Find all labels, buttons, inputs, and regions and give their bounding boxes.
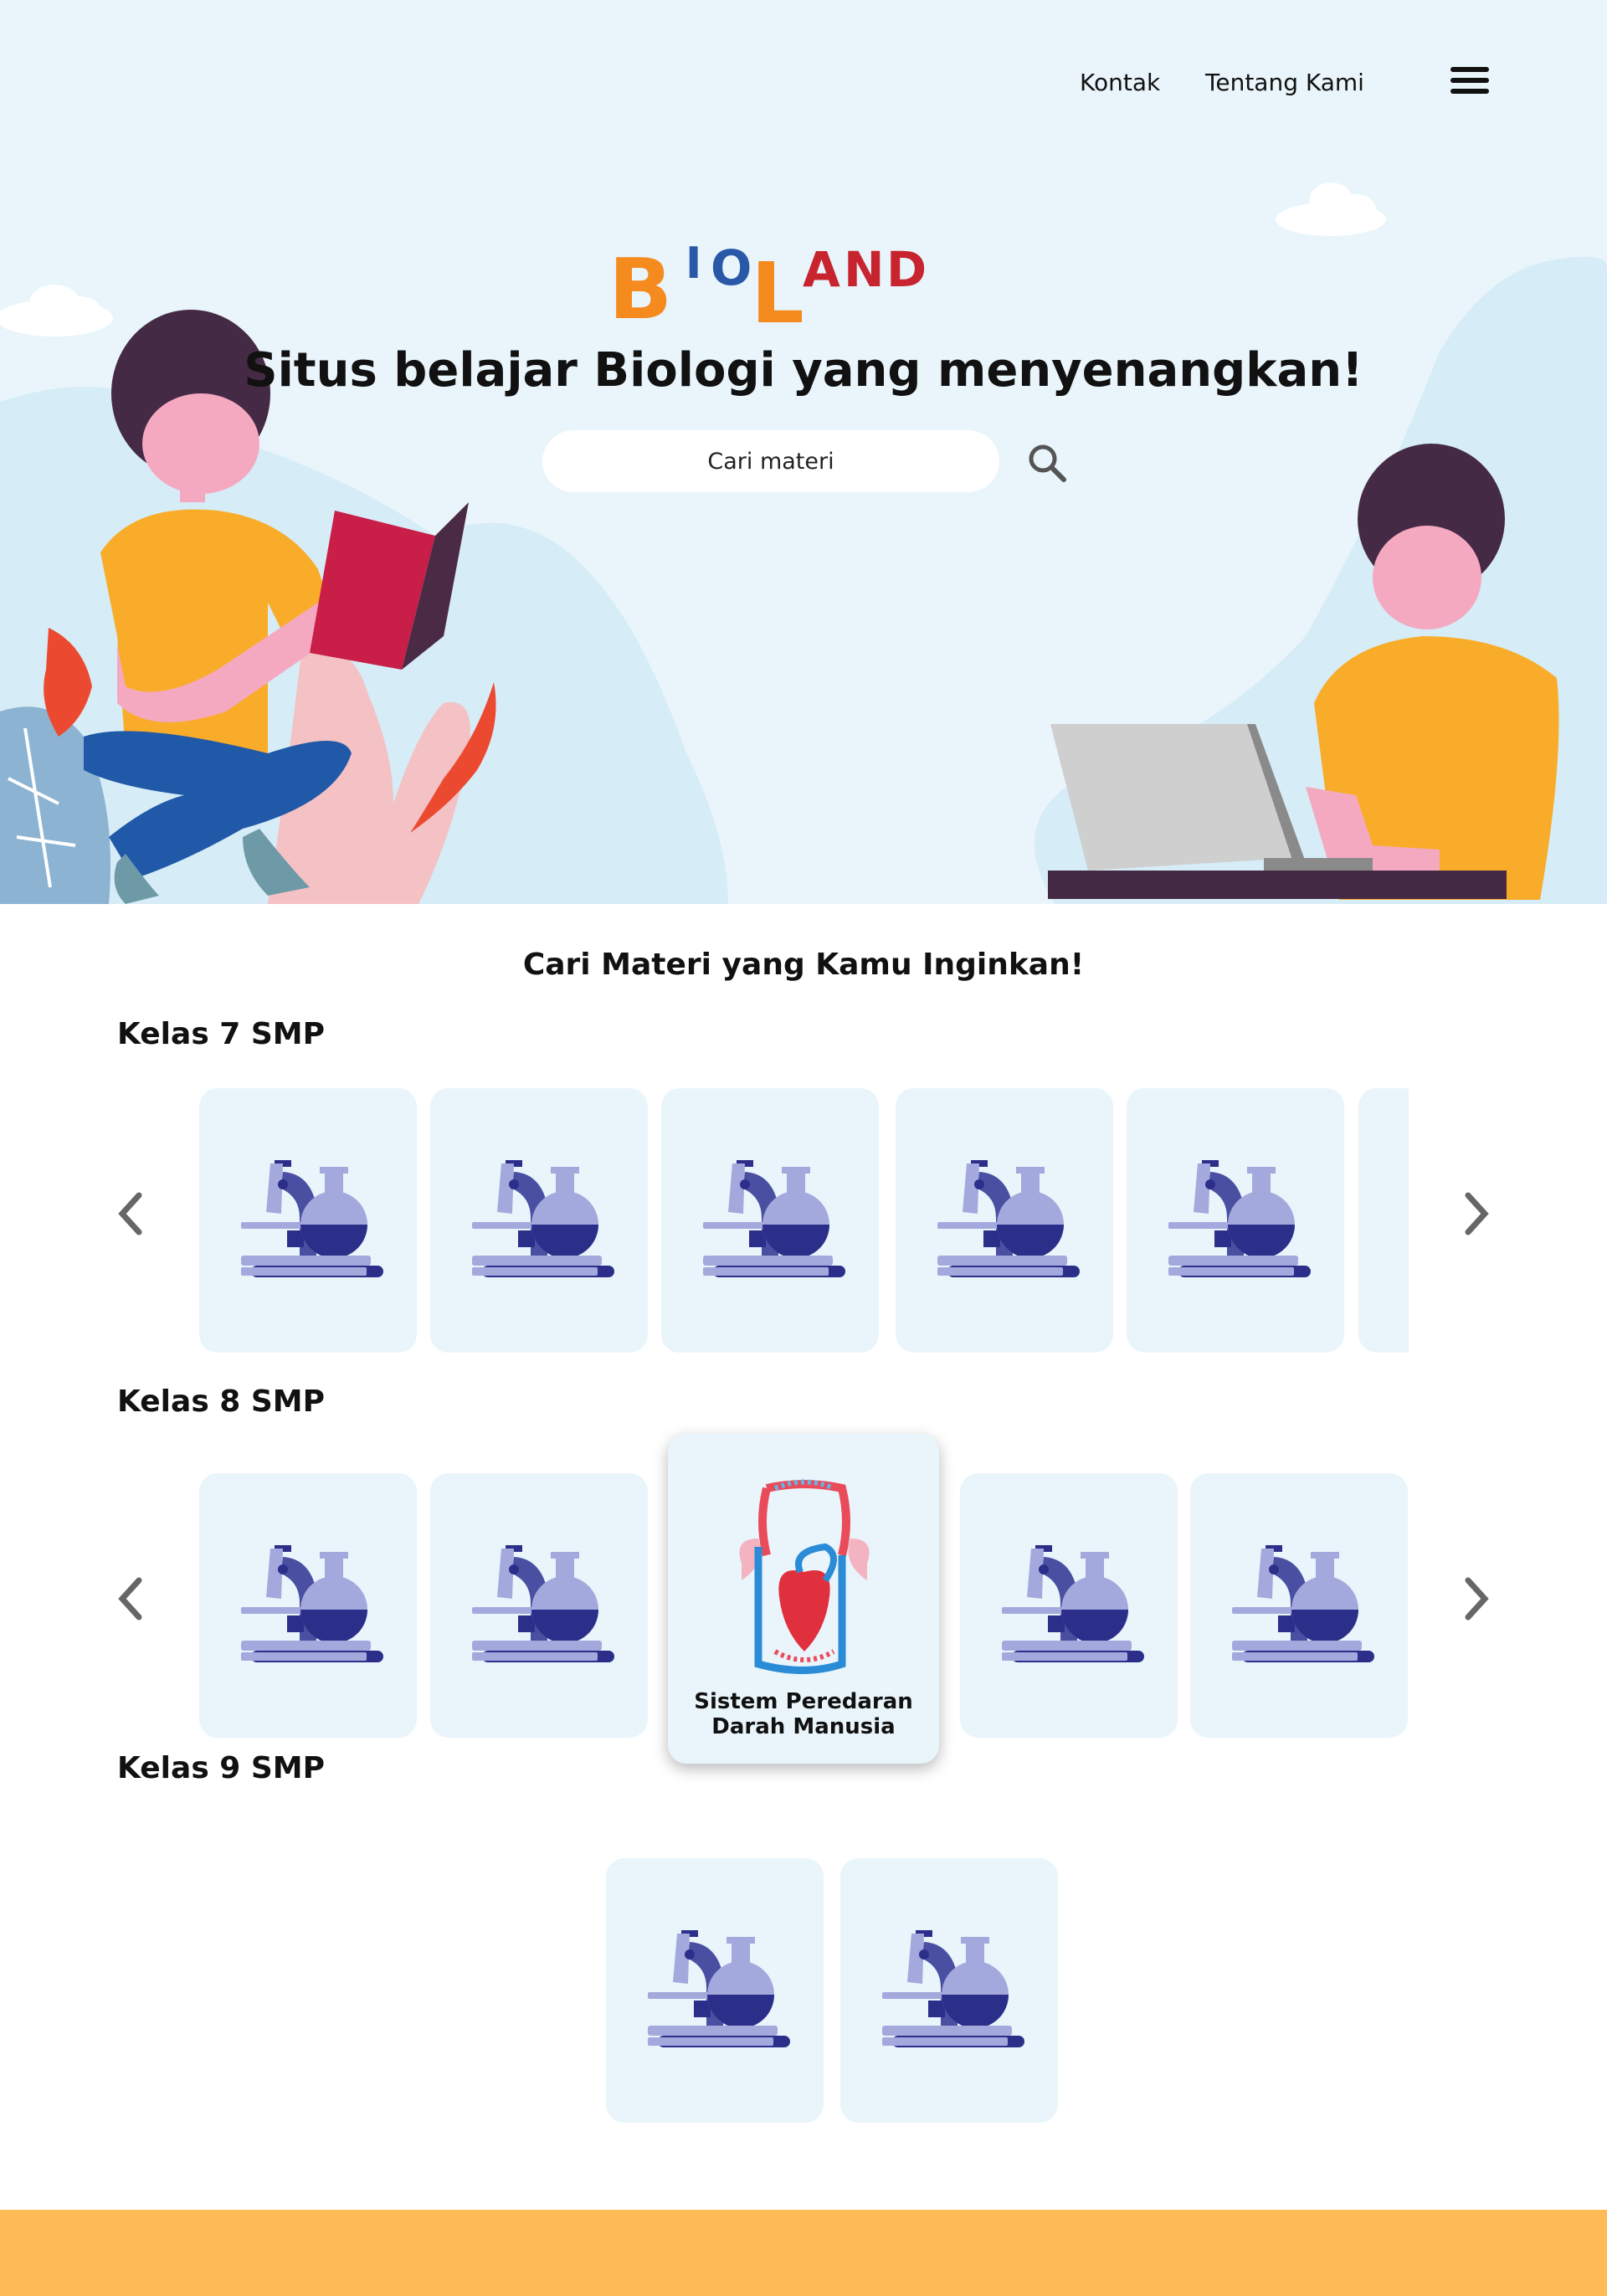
lab-microscope-flask-icon bbox=[241, 1545, 383, 1662]
logo-letter-d: D bbox=[886, 241, 927, 298]
lab-microscope-flask-icon bbox=[241, 1160, 383, 1277]
search-input[interactable] bbox=[542, 430, 999, 492]
kelas-7-prev-arrow-icon[interactable] bbox=[114, 1189, 147, 1239]
kelas-7-card-6-partial[interactable] bbox=[1358, 1088, 1409, 1353]
kelas-7-card-1[interactable] bbox=[199, 1088, 417, 1353]
lab-microscope-flask-icon bbox=[1232, 1545, 1374, 1662]
logo-letter-a: A bbox=[803, 241, 840, 298]
hero-section: Kontak Tentang Kami B I O L A N D Situs … bbox=[0, 0, 1607, 904]
search-icon[interactable] bbox=[1026, 442, 1068, 484]
card-featured-label-line2: Darah Manusia bbox=[711, 1714, 896, 1739]
kelas-8-card-3[interactable] bbox=[960, 1473, 1178, 1738]
kelas-7-card-2[interactable] bbox=[430, 1088, 648, 1353]
kelas-7-card-4[interactable] bbox=[896, 1088, 1113, 1353]
kelas-7-card-3[interactable] bbox=[661, 1088, 879, 1353]
nav-link-kontak[interactable]: Kontak bbox=[1080, 69, 1160, 96]
hamburger-bar bbox=[1450, 78, 1489, 83]
hamburger-bar bbox=[1450, 67, 1489, 72]
lab-microscope-flask-icon bbox=[472, 1545, 614, 1662]
bioland-logo: B I O L A N D bbox=[608, 239, 927, 326]
logo-letter-o: O bbox=[711, 239, 752, 296]
kelas-8-prev-arrow-icon[interactable] bbox=[114, 1574, 147, 1624]
lab-microscope-flask-icon bbox=[648, 1930, 790, 2047]
kelas-8-card-4[interactable] bbox=[1190, 1473, 1408, 1738]
lab-microscope-flask-icon bbox=[703, 1160, 845, 1277]
logo-letter-n: N bbox=[844, 241, 885, 298]
kelas-8-next-arrow-icon[interactable] bbox=[1460, 1574, 1493, 1624]
logo-letter-i: I bbox=[685, 239, 701, 289]
lab-microscope-flask-icon bbox=[1002, 1545, 1144, 1662]
kelas-7-next-arrow-icon[interactable] bbox=[1460, 1189, 1493, 1239]
lab-microscope-flask-icon bbox=[1168, 1160, 1311, 1277]
kelas-7-title: Kelas 7 SMP bbox=[117, 1017, 325, 1051]
kelas-9-title: Kelas 9 SMP bbox=[117, 1751, 325, 1785]
lab-microscope-flask-icon bbox=[882, 1930, 1024, 2047]
kelas-8-card-2[interactable] bbox=[430, 1473, 648, 1738]
logo-letter-b: B bbox=[608, 240, 672, 326]
card-featured-label: Sistem Peredaran Darah Manusia bbox=[668, 1689, 939, 1739]
kelas-8-card-1[interactable] bbox=[199, 1473, 417, 1738]
section-title: Cari Materi yang Kamu Inginkan! bbox=[522, 948, 1085, 982]
lab-microscope-flask-icon bbox=[472, 1160, 614, 1277]
logo-letter-l: L bbox=[751, 244, 804, 326]
card-sistem-peredaran-darah[interactable]: Sistem Peredaran Darah Manusia bbox=[668, 1434, 939, 1764]
hamburger-bar bbox=[1450, 89, 1489, 94]
footer-band bbox=[0, 2210, 1607, 2296]
kelas-8-title: Kelas 8 SMP bbox=[117, 1384, 325, 1419]
kelas-9-card-2[interactable] bbox=[840, 1858, 1058, 2123]
circulatory-system-icon bbox=[739, 1479, 870, 1674]
hamburger-menu-icon[interactable] bbox=[1450, 67, 1491, 97]
hero-title: Situs belajar Biologi yang menyenangkan! bbox=[244, 343, 1363, 398]
kelas-9-card-1[interactable] bbox=[606, 1858, 824, 2123]
nav-link-tentang-kami[interactable]: Tentang Kami bbox=[1205, 69, 1364, 96]
lab-microscope-flask-icon bbox=[937, 1160, 1080, 1277]
kelas-7-card-5[interactable] bbox=[1127, 1088, 1344, 1353]
card-featured-label-line1: Sistem Peredaran bbox=[694, 1689, 913, 1714]
